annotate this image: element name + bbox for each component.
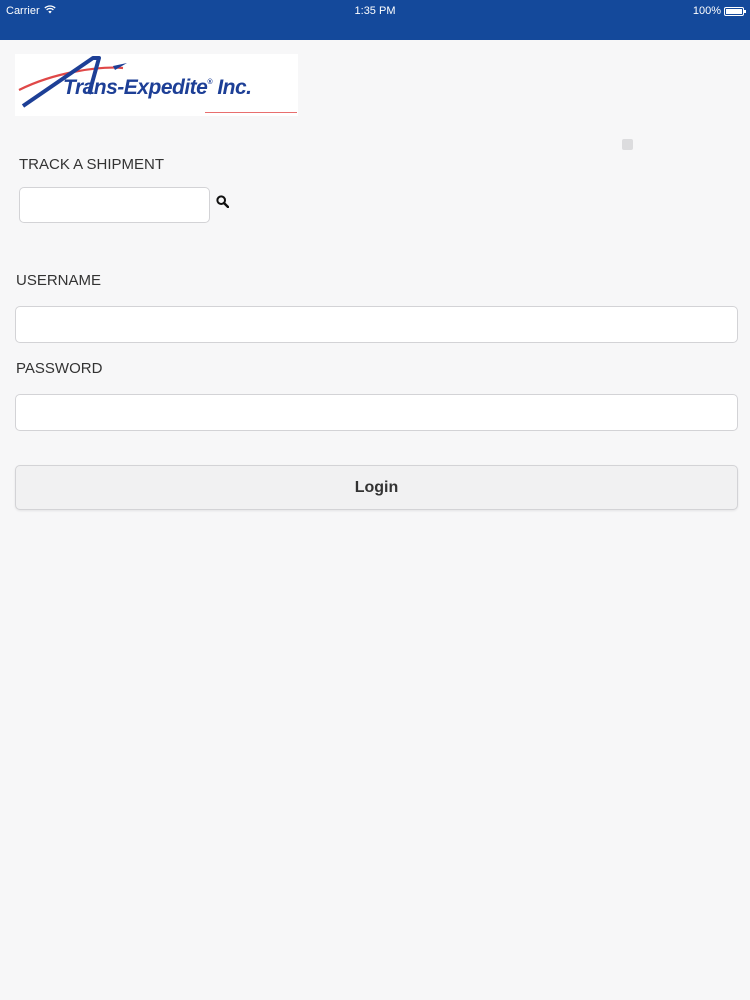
password-label: PASSWORD	[16, 360, 103, 377]
logo-underline	[205, 112, 297, 113]
password-input[interactable]	[15, 394, 738, 431]
logo-text: Trans-Expedite® Inc.	[63, 76, 252, 100]
status-time: 1:35 PM	[354, 5, 396, 17]
battery-indicator: 100%	[692, 5, 746, 17]
loading-indicator	[622, 139, 633, 150]
logo-suffix: Inc.	[212, 76, 252, 99]
brand-logo: Trans-Expedite® Inc.	[15, 54, 298, 116]
login-button[interactable]: Login	[15, 465, 738, 510]
logo-name: Trans-Expedite	[63, 76, 208, 99]
search-button[interactable]	[212, 194, 232, 214]
status-bar: Carrier 1:35 PM 100%	[0, 0, 750, 40]
tracking-number-input[interactable]	[19, 187, 210, 223]
username-label: USERNAME	[16, 272, 102, 289]
search-icon	[215, 195, 229, 213]
battery-icon	[724, 6, 746, 16]
track-shipment-label: TRACK A SHIPMENT	[19, 156, 165, 173]
username-input[interactable]	[15, 306, 738, 343]
battery-fill	[726, 8, 742, 14]
battery-percent: 100%	[692, 5, 721, 17]
